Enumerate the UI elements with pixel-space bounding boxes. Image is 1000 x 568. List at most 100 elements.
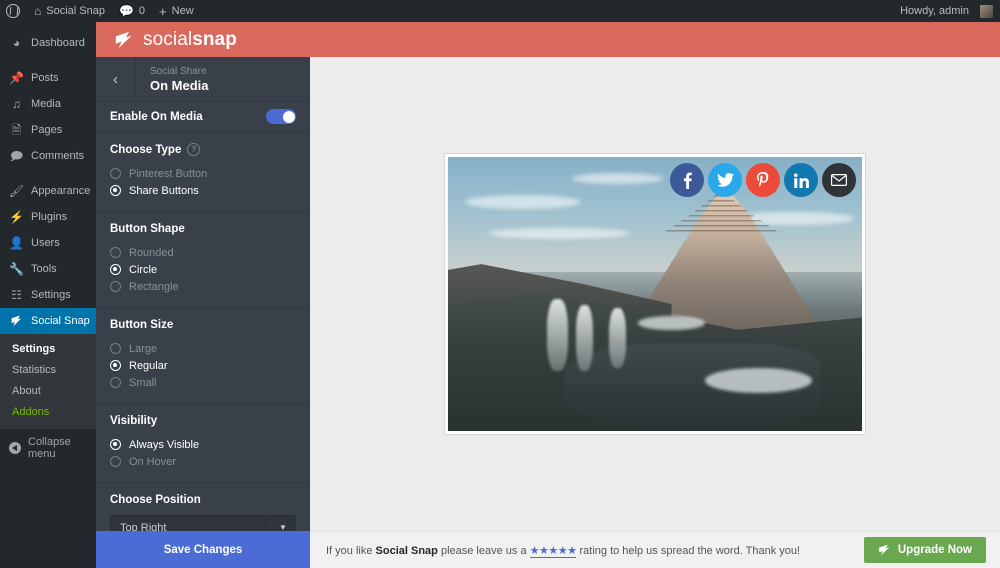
snow-patch: [705, 368, 813, 393]
admin-footer: If you like Social Snap please leave us …: [310, 531, 1000, 568]
radio-shape-circle[interactable]: Circle: [110, 261, 296, 278]
share-button-facebook[interactable]: [670, 163, 704, 197]
sidebar-item-plugins[interactable]: ⚡ Plugins: [0, 204, 96, 230]
submenu-item-addons[interactable]: Addons: [0, 402, 96, 423]
submenu-item-settings[interactable]: Settings: [0, 339, 96, 360]
chevron-left-icon: ‹: [113, 71, 118, 88]
radio-size-regular[interactable]: Regular: [110, 357, 296, 374]
radio-indicator: [110, 439, 121, 450]
preview-canvas: [310, 57, 1000, 531]
sidebar-item-label: Appearance: [31, 186, 90, 197]
settings-panel: ‹ Social Share On Media Enable On Media …: [96, 57, 310, 568]
wp-logo-button[interactable]: [0, 0, 27, 22]
section-heading: Button Size: [110, 319, 296, 331]
adminbar-right: Howdy, admin: [894, 0, 1000, 22]
save-changes-label: Save Changes: [164, 544, 243, 556]
howdy-account-menu[interactable]: Howdy, admin: [894, 0, 1000, 22]
radio-indicator: [110, 377, 121, 388]
wp-admin-menu: ◕ Dashboard 📌 Posts ♫ Media 🗎 Pages 🗩 Co…: [0, 22, 96, 568]
submenu-item-about[interactable]: About: [0, 381, 96, 402]
radio-label: Rectangle: [129, 281, 179, 293]
sidebar-item-tools[interactable]: 🔧 Tools: [0, 256, 96, 282]
socialsnap-logo-icon: [114, 31, 134, 49]
radio-shape-rectangle[interactable]: Rectangle: [110, 278, 296, 295]
collapse-menu-button[interactable]: Collapse menu: [0, 437, 96, 459]
footer-text-middle: please leave us a: [438, 545, 530, 557]
sidebar-submenu-social-snap: Settings Statistics About Addons: [0, 334, 96, 429]
plug-icon: ⚡: [9, 211, 24, 223]
sidebar-item-comments[interactable]: 🗩 Comments: [0, 143, 96, 169]
section-heading: Choose Type ?: [110, 143, 296, 156]
sidebar-item-appearance[interactable]: 🖌 Appearance: [0, 178, 96, 204]
section-heading-label: Button Size: [110, 319, 173, 331]
avatar: [980, 5, 993, 18]
sidebar-item-posts[interactable]: 📌 Posts: [0, 65, 96, 91]
section-heading: Visibility: [110, 415, 296, 427]
new-content-button[interactable]: + New: [152, 0, 201, 22]
toggle-knob: [283, 111, 295, 123]
share-button-email[interactable]: [822, 163, 856, 197]
sidebar-item-label: Pages: [31, 125, 62, 136]
radio-size-small[interactable]: Small: [110, 374, 296, 391]
enable-on-media-toggle[interactable]: [266, 109, 296, 124]
share-button-linkedin[interactable]: [784, 163, 818, 197]
share-buttons-overlay: [670, 163, 856, 197]
sidebar-item-social-snap[interactable]: Social Snap: [0, 308, 96, 334]
radio-always-visible[interactable]: Always Visible: [110, 436, 296, 453]
radio-indicator: [110, 281, 121, 292]
snow-patch: [638, 316, 704, 330]
radio-pinterest-button[interactable]: Pinterest Button: [110, 165, 296, 182]
footer-brand: Social Snap: [376, 545, 438, 557]
site-name-button[interactable]: ⌂ Social Snap: [27, 0, 112, 22]
sidebar-item-users[interactable]: 👤 Users: [0, 230, 96, 256]
twitter-icon: [717, 173, 734, 187]
sidebar-item-dashboard[interactable]: ◕ Dashboard: [0, 30, 96, 56]
sidebar-item-label: Users: [31, 238, 60, 249]
radio-size-large[interactable]: Large: [110, 340, 296, 357]
new-label: New: [172, 5, 194, 17]
save-changes-button[interactable]: Save Changes: [96, 531, 310, 568]
radio-on-hover[interactable]: On Hover: [110, 453, 296, 470]
section-visibility: Visibility Always Visible On Hover: [96, 404, 310, 483]
socialsnap-icon: [878, 544, 891, 556]
sidebar-item-label: Settings: [31, 290, 71, 301]
radio-shape-rounded[interactable]: Rounded: [110, 244, 296, 261]
waterfall: [576, 305, 593, 371]
comment-icon: 🗩: [9, 150, 24, 162]
section-heading-label: Choose Position: [110, 494, 201, 506]
radio-label: Rounded: [129, 247, 174, 259]
brand-wordmark: socialsnap: [143, 29, 237, 51]
sidebar-item-settings[interactable]: ☷ Settings: [0, 282, 96, 308]
comment-icon: 💬: [119, 4, 134, 18]
upgrade-now-button[interactable]: Upgrade Now: [864, 537, 986, 563]
footer-text-before: If you like: [326, 545, 376, 557]
facebook-icon: [683, 172, 692, 189]
radio-indicator: [110, 168, 121, 179]
radio-indicator: [110, 456, 121, 467]
sidebar-item-media[interactable]: ♫ Media: [0, 91, 96, 117]
panel-header: ‹ Social Share On Media: [96, 57, 310, 102]
radio-label: Always Visible: [129, 439, 199, 451]
brand-name-bold: snap: [192, 29, 237, 50]
radio-share-buttons[interactable]: Share Buttons: [110, 182, 296, 199]
share-button-twitter[interactable]: [708, 163, 742, 197]
share-button-pinterest[interactable]: [746, 163, 780, 197]
sidebar-item-label: Tools: [31, 264, 57, 275]
help-icon[interactable]: ?: [187, 143, 200, 156]
radio-label: Pinterest Button: [129, 168, 207, 180]
sidebar-item-pages[interactable]: 🗎 Pages: [0, 117, 96, 143]
radio-label: Large: [129, 343, 157, 355]
pages-icon: 🗎: [9, 124, 24, 136]
comments-bubble-button[interactable]: 💬 0: [112, 0, 152, 22]
section-button-size: Button Size Large Regular Small: [96, 308, 310, 404]
enable-on-media-label: Enable On Media: [110, 111, 203, 123]
back-button[interactable]: ‹: [96, 57, 136, 102]
section-heading: Choose Position: [110, 494, 296, 506]
rating-stars-link[interactable]: ★★★★★: [530, 545, 577, 558]
linkedin-icon: [794, 173, 809, 188]
footer-text-after: rating to help us spread the word. Thank…: [576, 545, 800, 557]
submenu-item-statistics[interactable]: Statistics: [0, 360, 96, 381]
home-icon: ⌂: [34, 4, 41, 18]
comments-count: 0: [139, 5, 145, 17]
waterfall: [609, 308, 626, 368]
